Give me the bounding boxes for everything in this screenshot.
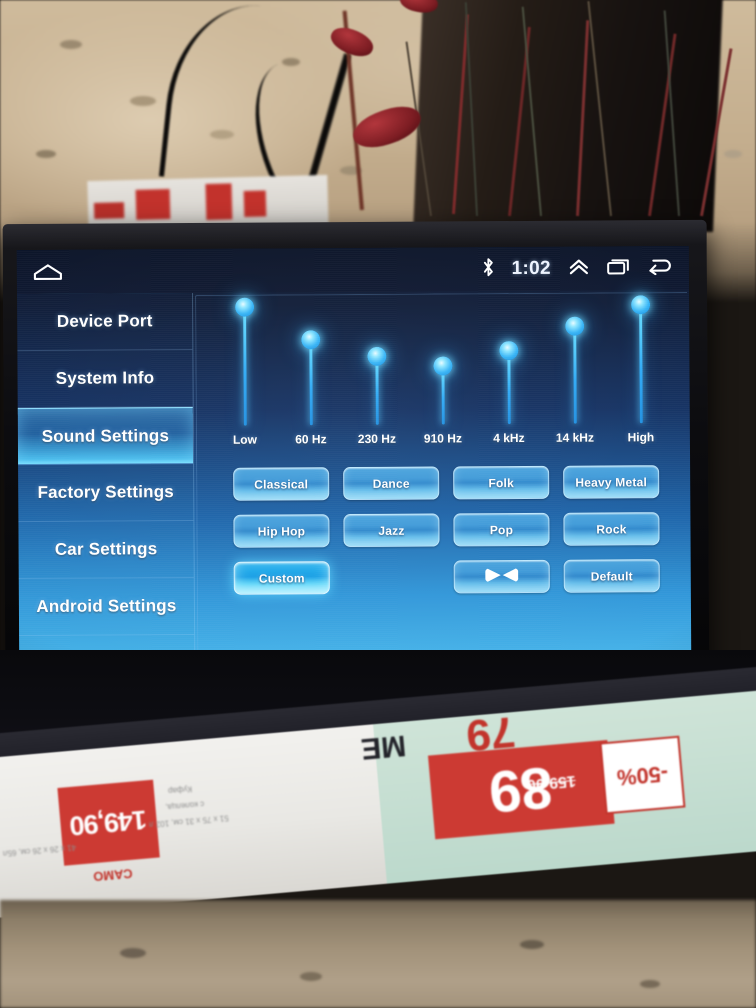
preset-label: Heavy Metal (575, 474, 648, 490)
eq-band-label: 230 Hz (357, 431, 396, 446)
flyer-price-tag: 149,90 (57, 779, 160, 866)
status-bar-clock: 1:02 (511, 257, 551, 280)
preset-hip-hop[interactable]: Hip Hop (233, 514, 330, 548)
preset-label: Dance (372, 476, 410, 491)
eq-band-label: 4 kHz (493, 430, 525, 446)
eq-slider-knob[interactable] (366, 346, 386, 366)
settings-sidebar[interactable]: Device Port System Info Sound Settings Fact… (17, 292, 196, 655)
sidebar-item-car-settings[interactable]: Car Settings (18, 520, 194, 580)
flyer-price-label: САМО (92, 865, 134, 885)
preset-label: Rock (596, 521, 627, 537)
bluetooth-icon (482, 257, 495, 282)
eq-slider-track[interactable] (308, 340, 313, 426)
eq-slider-track[interactable] (242, 307, 247, 426)
flyer-desc-line-3: 51 х 75 х 31 см, 102 л (148, 813, 230, 830)
eq-slider-knob[interactable] (432, 356, 453, 376)
eq-band-label: 910 Hz (423, 431, 462, 446)
eq-slider-knob[interactable] (234, 297, 254, 317)
eq-band-high[interactable]: High (607, 293, 674, 445)
eq-slider-knob[interactable] (498, 341, 518, 361)
double-chevron-up-icon[interactable] (568, 256, 590, 281)
eq-band-label: 60 Hz (295, 432, 327, 447)
preset-label: Custom (258, 570, 305, 586)
preset-rock[interactable]: Rock (563, 512, 660, 546)
flyer-magazine-word: МЕ (359, 728, 408, 766)
preset-dance[interactable]: Dance (343, 466, 440, 501)
bezel-glare (2, 219, 707, 249)
sidebar-item-android-settings[interactable]: Android Settings (18, 577, 195, 637)
flyer-desc-line-1: Куфар (167, 784, 193, 796)
eq-slider-track[interactable] (374, 356, 379, 425)
eq-band-label: High (627, 430, 655, 445)
sidebar-item-factory-settings[interactable]: Factory Settings (18, 463, 194, 523)
preset-default[interactable]: Default (563, 559, 660, 593)
eq-band-low[interactable]: Low (211, 295, 278, 447)
eq-slider-track[interactable] (638, 305, 643, 424)
eq-band-label: Low (232, 432, 257, 447)
eq-band-4-khz[interactable]: 4 kHz (475, 294, 542, 446)
eq-band-230-hz[interactable]: 230 Hz (343, 295, 410, 447)
eq-slider-knob[interactable] (564, 316, 584, 336)
head-unit-screen: 1:02 Device Port System Info Sound Setti… (16, 245, 692, 655)
background-floor-bottom (0, 900, 756, 1008)
photo-scene: 1:02 Device Port System Info Sound Setti… (0, 0, 756, 1008)
flyer-sale-tag: 89 (427, 739, 615, 840)
flyer-desc-line-2: с колелца, (165, 799, 205, 812)
recents-icon[interactable] (607, 256, 631, 280)
preset-classical[interactable]: Classical (233, 467, 330, 501)
eq-band-14-khz[interactable]: 14 kHz (541, 293, 608, 445)
car-head-unit-device: 1:02 Device Port System Info Sound Setti… (2, 219, 710, 687)
eq-slider-track[interactable] (572, 326, 577, 424)
status-bar: 1:02 (16, 245, 690, 295)
preset-label: Jazz (378, 523, 405, 538)
preset-heavy-metal[interactable]: Heavy Metal (563, 465, 660, 499)
preset-label: Pop (489, 522, 514, 537)
equalizer[interactable]: Low 60 Hz 230 Hz 910 Hz 4 kHz 14 kHz High (196, 293, 689, 448)
preset-jazz[interactable]: Jazz (343, 513, 440, 548)
preset-custom[interactable]: Custom (233, 561, 330, 595)
preset-label: Hip Hop (257, 523, 306, 539)
preset-label: Classical (254, 476, 309, 492)
sound-settings-panel: Low 60 Hz 230 Hz 910 Hz 4 kHz 14 kHz High Clas… (195, 291, 690, 651)
eq-band-label: 14 kHz (555, 430, 594, 445)
eq-band-910-hz[interactable]: 910 Hz (409, 294, 476, 446)
eq-slider-track[interactable] (506, 351, 511, 425)
eq-slider-knob[interactable] (630, 295, 650, 315)
back-arrow-icon[interactable] (648, 256, 673, 280)
sidebar-item-device-port[interactable]: Device Port (17, 292, 193, 352)
eq-preset-grid[interactable]: Classical Dance Folk Heavy Metal Hip Hop Jazz… (233, 465, 660, 595)
bowtie-balance-icon (485, 567, 519, 586)
preset-folk[interactable]: Folk (453, 465, 550, 500)
preset-pop[interactable]: Pop (453, 512, 550, 547)
sidebar-item-system-info[interactable]: System Info (17, 349, 193, 409)
preset-label: Folk (488, 475, 514, 490)
home-icon[interactable] (33, 263, 63, 281)
eq-slider-knob[interactable] (300, 330, 320, 350)
preset-label: Default (590, 568, 633, 584)
sidebar-item-sound-settings[interactable]: Sound Settings (17, 406, 194, 466)
flyer-discount-badge: -50% (599, 735, 686, 815)
bowtie-balance-icon[interactable] (453, 559, 550, 594)
eq-band-60-hz[interactable]: 60 Hz (277, 295, 344, 447)
